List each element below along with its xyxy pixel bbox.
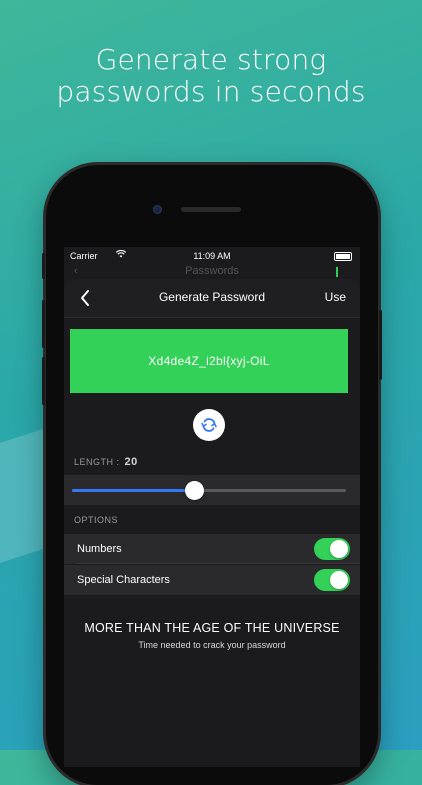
generated-password: Xd4de4Z_i2bl{xyj-OiL xyxy=(148,354,270,368)
refresh-icon xyxy=(201,418,217,432)
use-button[interactable]: Use xyxy=(325,290,346,304)
length-slider-row xyxy=(64,475,360,505)
option-label-special-characters: Special Characters xyxy=(77,574,170,586)
promo-headline: Generate strong passwords in seconds xyxy=(0,44,422,108)
length-caption: LENGTH : xyxy=(74,457,120,467)
phone-frame: Carrier 11:09 AM ‹ Passwords Generate Pa… xyxy=(42,165,382,785)
earpiece-speaker xyxy=(181,207,241,212)
background-screen-nav: ‹ Passwords xyxy=(64,265,360,279)
toggle-knob xyxy=(330,571,348,589)
background-back-icon: ‹ xyxy=(74,265,78,277)
nav-title: Generate Password xyxy=(158,290,266,304)
crack-time-subtitle: Time needed to crack your password xyxy=(138,640,286,650)
headline-line-1: Generate strong xyxy=(95,43,327,76)
app-screen: Carrier 11:09 AM ‹ Passwords Generate Pa… xyxy=(64,247,360,767)
regenerate-button[interactable] xyxy=(193,409,225,441)
option-row-special-characters: Special Characters xyxy=(64,565,360,595)
mute-switch xyxy=(42,253,45,279)
options-header: OPTIONS xyxy=(74,515,119,525)
generated-password-box[interactable]: Xd4de4Z_i2bl{xyj-OiL xyxy=(70,329,348,393)
volume-up-button xyxy=(42,300,45,348)
status-time: 11:09 AM xyxy=(193,251,231,261)
toggle-knob xyxy=(330,540,348,558)
headline-line-2: passwords in seconds xyxy=(56,75,366,108)
slider-fill xyxy=(72,489,196,492)
numbers-toggle[interactable] xyxy=(314,538,350,560)
status-bar: Carrier 11:09 AM xyxy=(64,247,360,265)
background-accent-bar xyxy=(336,267,338,277)
nav-bar: Generate Password Use xyxy=(64,279,360,318)
special-characters-toggle[interactable] xyxy=(314,569,350,591)
length-slider[interactable] xyxy=(72,481,346,500)
row-divider xyxy=(77,563,360,564)
length-value: 20 xyxy=(124,456,138,468)
slider-thumb[interactable] xyxy=(185,481,205,500)
option-row-numbers: Numbers xyxy=(64,534,360,564)
crack-time-title: MORE THAN THE AGE OF THE UNIVERSE xyxy=(84,621,340,635)
battery-icon xyxy=(334,252,352,261)
volume-down-button xyxy=(42,357,45,405)
power-button xyxy=(379,310,382,380)
length-label: LENGTH : 20 xyxy=(74,456,138,468)
option-label-numbers: Numbers xyxy=(77,543,122,555)
front-camera xyxy=(153,205,162,214)
background-screen-title: Passwords xyxy=(185,265,239,277)
